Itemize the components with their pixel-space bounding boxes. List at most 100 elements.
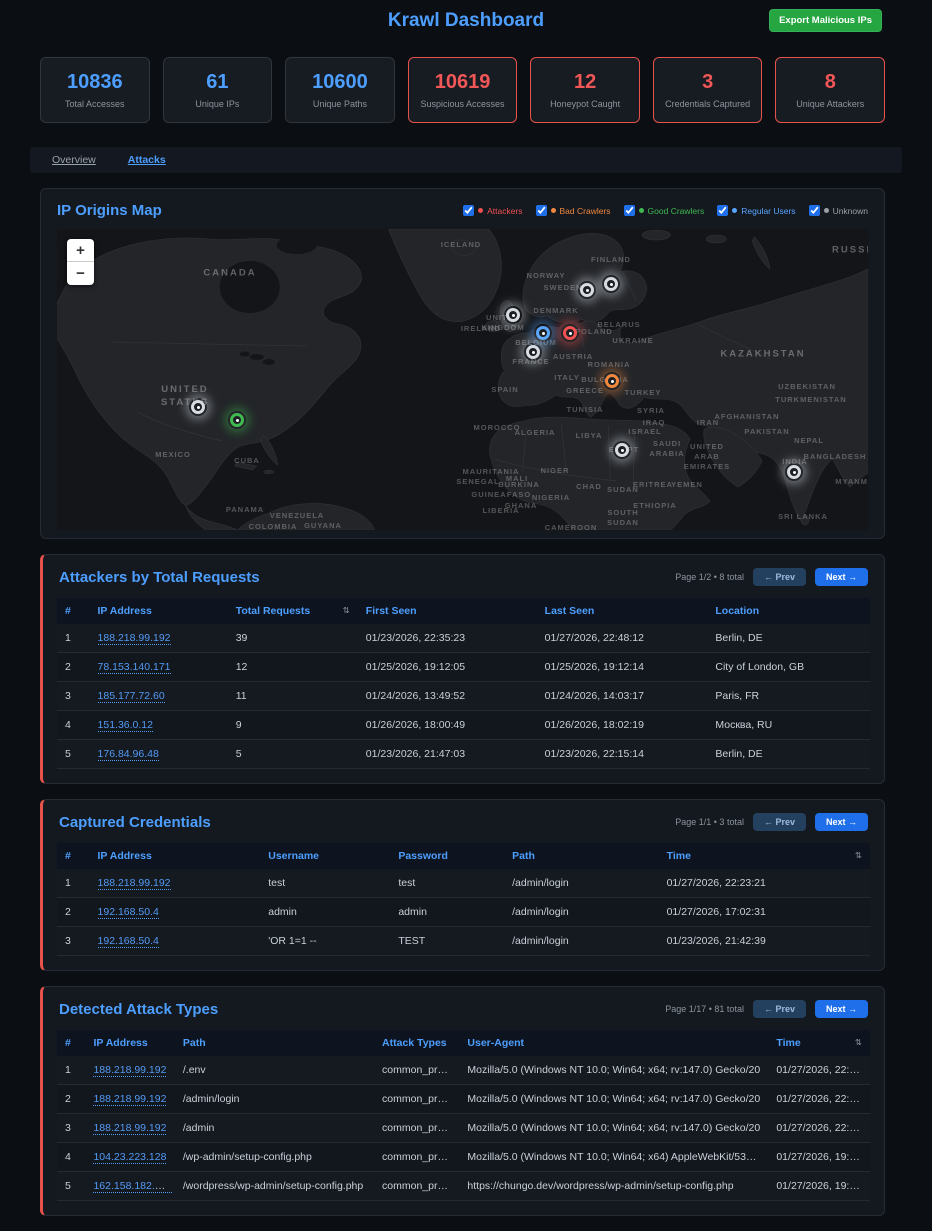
table-row: 1 188.218.99.192 39 01/23/2026, 22:35:23… [57,624,870,653]
stat-card: 10619 Suspicious Accesses [408,57,518,123]
ip-link[interactable]: 104.23.223.128 [93,1151,166,1164]
col-header: # [57,598,90,624]
col-header[interactable]: Time⇅ [659,843,870,869]
map-marker[interactable] [536,326,550,340]
col-header: Path [175,1030,374,1056]
legend-label: Attackers [487,206,522,216]
world-map[interactable]: CANADA UNITED STATES MEXICO CUBA PANAMA … [57,229,868,530]
time-cell: 01/27/2026, 19:35:33 [768,1172,870,1201]
legend-label: Bad Crawlers [560,206,611,216]
legend-checkbox[interactable] [536,205,547,216]
user-agent-cell: Mozilla/5.0 (Windows NT 10.0; Win64; x64… [459,1143,768,1172]
stat-label: Unique Attackers [796,99,864,109]
password-cell: TEST [390,927,504,956]
user-agent-cell: Mozilla/5.0 (Windows NT 10.0; Win64; x64… [459,1085,768,1114]
next-page-button[interactable]: Next → [815,813,868,831]
stats-row: 10836 Total Accesses 61 Unique IPs 10600… [40,57,885,123]
col-header: Username [260,843,390,869]
path-cell: /admin [175,1114,374,1143]
table-row: 5 176.84.96.48 5 01/23/2026, 21:47:03 01… [57,740,870,769]
stat-card: 3 Credentials Captured [653,57,763,123]
total-requests-cell: 12 [228,653,358,682]
ip-link[interactable]: 78.153.140.171 [98,661,171,674]
first-seen-cell: 01/23/2026, 22:35:23 [358,624,537,653]
map-marker[interactable] [506,308,520,322]
prev-page-button[interactable]: ← Prev [753,568,806,586]
legend-checkbox[interactable] [717,205,728,216]
map-marker[interactable] [615,443,629,457]
ip-link[interactable]: 188.218.99.192 [98,632,171,645]
col-header: User-Agent [459,1030,768,1056]
stat-card: 10600 Unique Paths [285,57,395,123]
stat-value: 8 [825,71,836,94]
legend-checkbox[interactable] [463,205,474,216]
password-cell: admin [390,898,504,927]
ip-link[interactable]: 176.84.96.48 [98,748,159,761]
sort-icon: ⇅ [855,1037,862,1048]
ip-link[interactable]: 188.218.99.192 [93,1093,166,1106]
col-header[interactable]: Total Requests⇅ [228,598,358,624]
map-marker[interactable] [604,277,618,291]
map-marker[interactable] [580,283,594,297]
legend-dot-icon [639,208,644,213]
col-header: Location [707,598,870,624]
next-page-button[interactable]: Next → [815,568,868,586]
legend-checkbox[interactable] [624,205,635,216]
row-number: 4 [57,711,90,740]
sort-icon: ⇅ [343,605,350,616]
tab[interactable]: Attacks [128,154,166,166]
password-cell: test [390,869,504,898]
ip-link[interactable]: 188.218.99.192 [93,1064,166,1077]
stat-value: 3 [702,71,713,94]
col-header: # [57,1030,85,1056]
col-header: Password [390,843,504,869]
ip-link[interactable]: 185.177.72.60 [98,690,165,703]
map-marker[interactable] [605,374,619,388]
row-number: 3 [57,927,90,956]
legend-item[interactable]: Bad Crawlers [536,205,611,216]
row-number: 1 [57,869,90,898]
time-cell: 01/27/2026, 22:22:54 [768,1114,870,1143]
map-zoom-out-button[interactable]: − [67,262,94,285]
ip-link[interactable]: 188.218.99.192 [93,1122,166,1135]
tab[interactable]: Overview [52,154,96,166]
attackers-pager: Page 1/2 • 8 total ← Prev Next → [675,568,868,586]
legend-item[interactable]: Good Crawlers [624,205,705,216]
attack-type-cell: common_probes [374,1114,459,1143]
col-header[interactable]: Time⇅ [768,1030,870,1056]
legend-item[interactable]: Regular Users [717,205,795,216]
location-cell: Москва, RU [707,711,870,740]
path-cell: /wp-admin/setup-config.php [175,1143,374,1172]
legend-item[interactable]: Unknown [809,205,868,216]
prev-page-button[interactable]: ← Prev [753,1000,806,1018]
stat-card: 12 Honeypot Caught [530,57,640,123]
time-cell: 01/27/2026, 22:23:21 [659,869,870,898]
ip-link[interactable]: 151.36.0.12 [98,719,153,732]
map-marker[interactable] [526,345,540,359]
ip-link[interactable]: 192.168.50.4 [98,935,159,948]
map-marker[interactable] [191,400,205,414]
map-marker[interactable] [787,465,801,479]
ip-link[interactable]: 162.158.182.104 [93,1180,172,1193]
table-row: 5 162.158.182.104 /wordpress/wp-admin/se… [57,1172,870,1201]
path-cell: /admin/login [504,927,658,956]
attack-type-cell: common_probes [374,1085,459,1114]
path-cell: /admin/login [504,898,658,927]
export-malicious-ips-button[interactable]: Export Malicious IPs [769,9,882,32]
attack-types-pager: Page 1/17 • 81 total ← Prev Next → [665,1000,868,1018]
map-zoom-in-button[interactable]: + [67,239,94,262]
map-marker[interactable] [230,413,244,427]
last-seen-cell: 01/26/2026, 18:02:19 [537,711,708,740]
prev-page-button[interactable]: ← Prev [753,813,806,831]
next-page-button[interactable]: Next → [815,1000,868,1018]
tabs-bar: Overview Attacks [30,147,902,173]
stat-card: 8 Unique Attackers [775,57,885,123]
map-marker[interactable] [563,326,577,340]
ip-link[interactable]: 192.168.50.4 [98,906,159,919]
attackers-section: Attackers by Total Requests Page 1/2 • 8… [40,554,885,784]
row-number: 4 [57,1143,85,1172]
ip-link[interactable]: 188.218.99.192 [98,877,171,890]
legend-item[interactable]: Attackers [463,205,522,216]
legend-dot-icon [824,208,829,213]
legend-checkbox[interactable] [809,205,820,216]
